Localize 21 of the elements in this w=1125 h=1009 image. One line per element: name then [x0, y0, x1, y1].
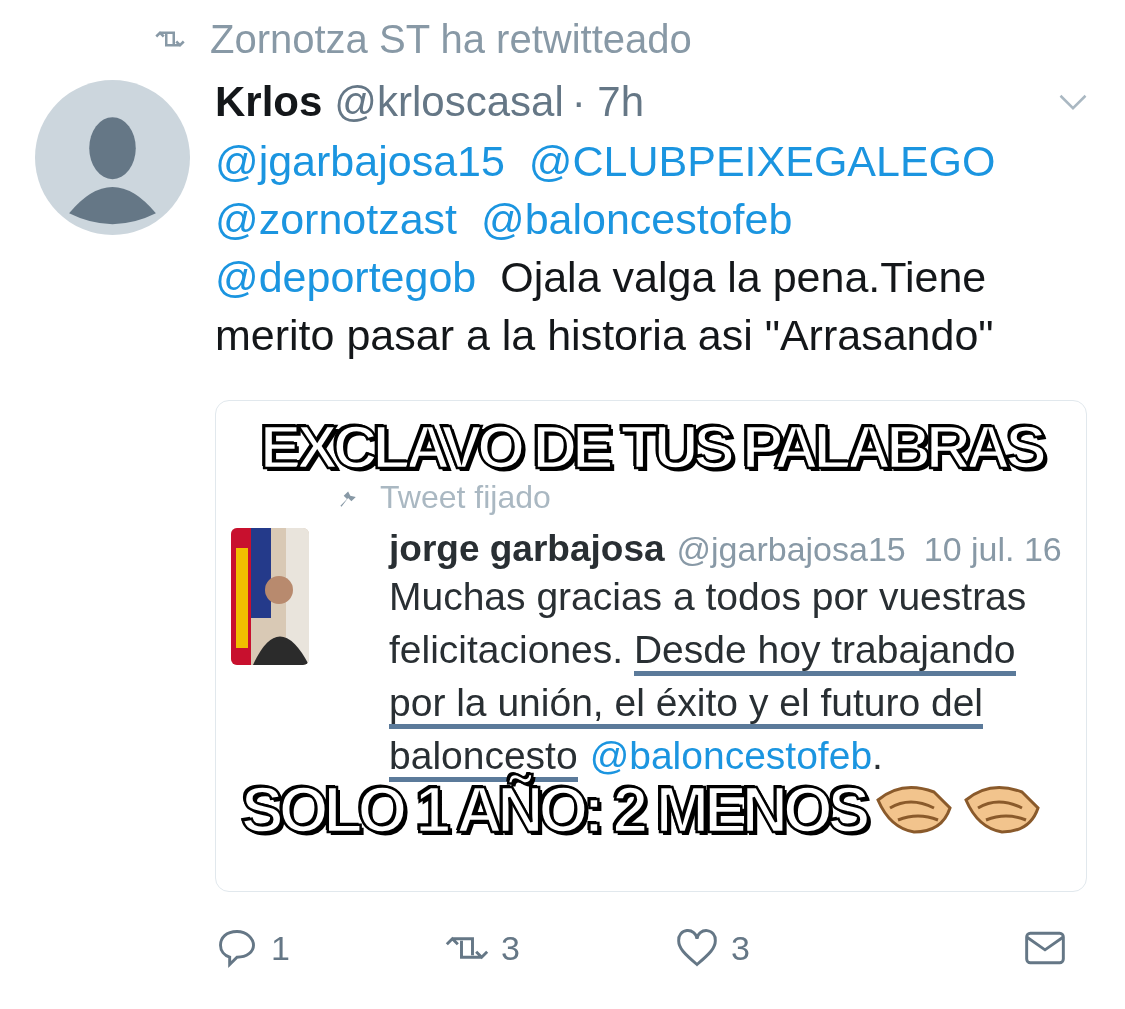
mention-link[interactable]: @CLUBPEIXEGALEGO [528, 137, 996, 185]
avatar-icon [35, 80, 190, 235]
author-name[interactable]: Krlos [215, 78, 323, 126]
author-handle: @krloscasal [334, 78, 564, 126]
tweet-time: · 7h [571, 78, 645, 126]
retweet-button[interactable]: 3 [445, 926, 675, 970]
inner-date: 10 jul. 16 [923, 530, 1062, 569]
reply-count: 1 [271, 928, 290, 968]
inner-author-name: jorge garbajosa [389, 528, 665, 570]
reply-button[interactable]: 1 [215, 926, 445, 970]
mention-link[interactable]: @zornotzast [215, 195, 458, 243]
mention-link[interactable]: @deportegob [215, 253, 477, 301]
inner-author-handle: @jgarbajosa15 [676, 530, 906, 569]
tweet-text: @jgarbajosa15 @CLUBPEIXEGALEGO @zornotzast @baloncestofeb @deportegob Ojala valga la pena.Tiene merito pasar a la historia asi "Arrasando" [215, 136, 997, 361]
like-count: 3 [731, 928, 750, 968]
media-card[interactable] [215, 400, 1087, 892]
retweet-count: 3 [501, 928, 520, 968]
mention-link[interactable]: @jgarbajosa15 [215, 137, 505, 185]
mention-link[interactable]: @baloncestofeb [481, 195, 793, 243]
retweet-label: Zornotza ST ha retwitteado [210, 16, 692, 62]
like-button[interactable]: 3 [675, 926, 905, 970]
